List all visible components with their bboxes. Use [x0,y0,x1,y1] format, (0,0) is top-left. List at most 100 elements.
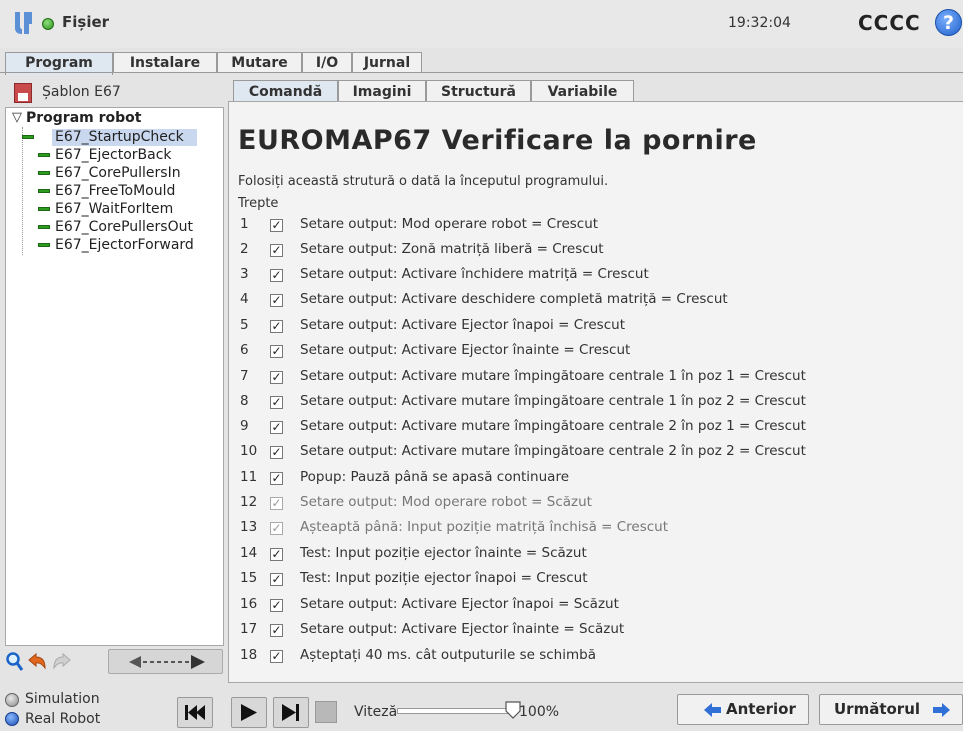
step-text: Setare output: Zonă matriță liberă = Cre… [300,241,604,257]
step-checkbox[interactable]: ✓ [270,650,283,663]
play-button[interactable] [231,697,267,728]
node-icon [38,207,50,211]
tab-imagini[interactable]: Imagini [338,80,426,102]
tree-item[interactable]: E67_CorePullersOut [55,219,193,236]
step-number: 12 [240,494,258,510]
file-menu[interactable]: Fișier [62,13,109,31]
tab-divider [0,72,963,73]
tree-item[interactable]: E67_CorePullersIn [55,165,181,182]
top-bar [0,0,963,48]
node-icon [38,153,50,157]
rewind-icon [185,705,205,720]
step-forward-icon [282,704,299,721]
step-number: 10 [240,443,258,459]
arrow-left-icon [704,703,721,717]
step-checkbox[interactable]: ✓ [270,294,283,307]
step-checkbox[interactable]: ✓ [270,371,283,384]
clock: 19:32:04 [728,15,791,31]
step-text: Setare output: Mod operare robot = Scăzu… [300,494,592,510]
tab-jurnal[interactable]: Jurnal [352,52,422,72]
step-checkbox[interactable]: ✓ [270,269,283,282]
simulation-radio[interactable] [5,693,19,707]
step-text: Setare output: Activare mutare împingăto… [300,418,806,434]
ur-logo [15,12,32,34]
step-checkbox[interactable]: ✓ [270,446,283,459]
stop-button[interactable] [315,701,337,723]
step-checkbox[interactable]: ✓ [270,573,283,586]
step-text: Setare output: Activare mutare împingăto… [300,443,806,459]
file-status-icon[interactable] [42,18,54,30]
description: Folosiți această strutură o dată la înce… [238,174,609,189]
step-checkbox[interactable]: ✓ [270,345,283,358]
tree-expand-icon[interactable]: ▽ [12,110,22,125]
step-checkbox[interactable]: ✓ [270,497,283,510]
search-icon[interactable] [5,651,25,673]
step-checkbox[interactable]: ✓ [270,472,283,485]
step-text: Așteaptă până: Input poziție matriță înc… [300,519,669,535]
step-text: Setare output: Activare deschidere compl… [300,291,728,307]
tab-mutare[interactable]: Mutare [217,52,302,72]
step-checkbox[interactable]: ✓ [270,219,283,232]
step-number: 2 [240,241,249,257]
step-checkbox[interactable]: ✓ [270,244,283,257]
step-text: Setare output: Activare Ejector înapoi =… [300,317,625,333]
tree-item[interactable]: E67_FreeToMould [55,183,175,200]
robot-name: CCCC [858,11,921,35]
node-icon [38,243,50,247]
step-text: Setare output: Activare mutare împingăto… [300,368,806,384]
step-number: 15 [240,570,258,586]
step-checkbox[interactable]: ✓ [270,548,283,561]
step-checkbox[interactable]: ✓ [270,624,283,637]
tab-comanda[interactable]: Comandă [233,80,338,102]
save-template-icon[interactable] [14,83,32,103]
tree-item[interactable]: E67_EjectorBack [55,147,172,164]
step-text: Test: Input poziție ejector înapoi = Cre… [300,570,588,586]
step-text: Setare output: Activare Ejector înapoi =… [300,596,619,612]
step-checkbox[interactable]: ✓ [270,522,283,535]
tree-item[interactable]: E67_EjectorForward [55,237,194,254]
step-text: Setare output: Activare mutare împingăto… [300,393,806,409]
step-button[interactable] [273,697,309,728]
node-icon [22,135,34,139]
help-icon[interactable]: ? [935,9,962,36]
step-checkbox[interactable]: ✓ [270,320,283,333]
tree-root[interactable]: Program robot [26,110,141,126]
rewind-button[interactable] [177,697,213,728]
template-label: Șablon E67 [42,84,121,100]
real-robot-radio[interactable] [5,712,19,726]
move-node-button[interactable] [108,649,223,674]
step-text: Setare output: Activare Ejector înainte … [300,621,625,637]
step-number: 9 [240,418,249,434]
redo-icon[interactable] [50,652,72,672]
undo-icon[interactable] [27,652,47,672]
step-number: 7 [240,368,249,384]
step-checkbox[interactable]: ✓ [270,396,283,409]
step-checkbox[interactable]: ✓ [270,599,283,612]
step-text: Setare output: Activare închidere matriț… [300,266,649,282]
tab-instalare[interactable]: Instalare [113,52,217,72]
move-arrows-icon [129,655,205,669]
step-number: 8 [240,393,249,409]
step-text: Așteptați 40 ms. cât outputurile se schi… [300,647,596,663]
node-icon [38,171,50,175]
real-robot-label[interactable]: Real Robot [25,711,100,727]
speed-slider[interactable] [397,708,509,714]
previous-button[interactable]: Anterior [677,694,809,725]
step-number: 5 [240,317,249,333]
tab-variabile[interactable]: Variabile [531,80,634,102]
node-icon [38,189,50,193]
step-checkbox[interactable]: ✓ [270,421,283,434]
tab-structura[interactable]: Structură [426,80,531,102]
tree-item[interactable]: E67_WaitForItem [55,201,173,218]
step-number: 18 [240,647,258,663]
simulation-label[interactable]: Simulation [25,691,100,707]
tree-item[interactable]: E67_StartupCheck [55,129,184,146]
page-title: EUROMAP67 Verificare la pornire [238,125,757,156]
step-number: 3 [240,266,249,282]
tab-io[interactable]: I/O [302,52,352,72]
step-text: Test: Input poziție ejector înainte = Sc… [300,545,587,561]
next-button[interactable]: Următorul [819,694,963,725]
step-number: 11 [240,469,258,485]
speed-value: 100% [519,704,560,720]
step-text: Popup: Pauză până se apasă continuare [300,469,569,485]
